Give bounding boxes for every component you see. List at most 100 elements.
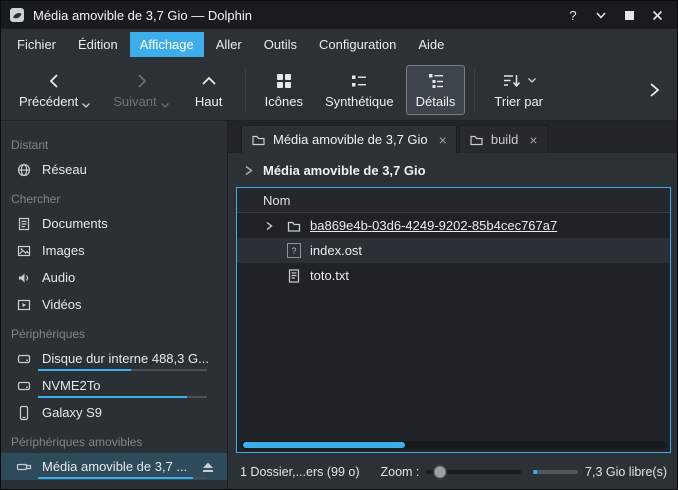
eject-icon bbox=[201, 460, 215, 474]
sidebar-item-documents[interactable]: Documents bbox=[1, 210, 227, 237]
compact-view-button[interactable]: Synthétique bbox=[315, 65, 404, 115]
tab-close-icon[interactable]: × bbox=[529, 132, 537, 148]
tab-label: Média amovible de 3,7 Gio bbox=[273, 132, 428, 147]
file-name: ba869e4b-03d6-4249-9202-85b4cec767a7 bbox=[310, 218, 557, 233]
sidebar-item-media-amovible[interactable]: Média amovible de 3,7 ... bbox=[1, 453, 227, 480]
expand-arrow-icon[interactable] bbox=[263, 220, 278, 232]
documents-icon bbox=[15, 216, 33, 232]
zoom-label: Zoom : bbox=[381, 465, 420, 479]
folder-icon bbox=[251, 132, 266, 147]
view-wrapper: Nom ba869e4b-03d6-4249-9202-85b4cec767a7 bbox=[228, 187, 677, 454]
menu-fichier[interactable]: Fichier bbox=[7, 32, 66, 57]
disk-usage-bar bbox=[38, 477, 207, 479]
icons-view-button[interactable]: Icônes bbox=[255, 65, 313, 115]
menu-aide[interactable]: Aide bbox=[408, 32, 454, 57]
toolbar-overflow-button[interactable] bbox=[639, 75, 669, 105]
sort-by-button[interactable]: Trier par bbox=[484, 65, 553, 115]
section-header-peripheriques-amovibles: Périphériques amovibles bbox=[1, 426, 227, 453]
back-dropdown-icon bbox=[81, 102, 91, 109]
sidebar-item-videos[interactable]: Vidéos bbox=[1, 291, 227, 318]
file-name: index.ost bbox=[310, 243, 362, 258]
sort-dropdown-icon bbox=[527, 77, 537, 84]
menu-aller[interactable]: Aller bbox=[206, 32, 252, 57]
column-header-nom[interactable]: Nom bbox=[237, 188, 670, 213]
breadcrumb-location[interactable]: Média amovible de 3,7 Gio bbox=[263, 163, 426, 178]
content-area: Distant Réseau Chercher Documents Images bbox=[1, 121, 677, 489]
capacity-bar bbox=[533, 470, 578, 474]
network-icon bbox=[15, 162, 33, 178]
details-view-button[interactable]: Détails bbox=[406, 65, 466, 115]
tab-build[interactable]: build × bbox=[459, 125, 548, 153]
sidebar-item-audio[interactable]: Audio bbox=[1, 264, 227, 291]
audio-icon bbox=[15, 270, 33, 286]
scrollbar-thumb[interactable] bbox=[243, 442, 405, 448]
file-row-index-ost[interactable]: ? index.ost bbox=[237, 238, 670, 263]
forward-dropdown-icon bbox=[160, 102, 170, 109]
minimize-button[interactable] bbox=[589, 4, 613, 26]
maximize-button[interactable] bbox=[617, 4, 641, 26]
disk-usage-bar bbox=[38, 396, 207, 398]
eject-button[interactable] bbox=[201, 460, 215, 474]
status-summary: 1 Dossier,...ers (99 o) bbox=[240, 465, 360, 479]
icons-view-icon bbox=[274, 71, 294, 91]
details-view-icon bbox=[426, 71, 446, 91]
window-controls: ? bbox=[561, 4, 669, 26]
titlebar: Média amovible de 3,7 Gio — Dolphin ? bbox=[1, 1, 677, 29]
unknown-file-icon: ? bbox=[285, 243, 303, 258]
close-icon bbox=[652, 10, 663, 21]
window-title: Média amovible de 3,7 Gio — Dolphin bbox=[33, 8, 252, 23]
main-view-column: Média amovible de 3,7 Gio × build × Médi… bbox=[228, 121, 677, 489]
file-name: toto.txt bbox=[310, 268, 349, 283]
zoom-slider-handle[interactable] bbox=[433, 465, 446, 478]
folder-icon bbox=[469, 132, 484, 147]
sidebar-item-galaxy-s9[interactable]: Galaxy S9 bbox=[1, 399, 227, 426]
sidebar-item-disque-interne[interactable]: Disque dur interne 488,3 G... bbox=[1, 345, 227, 372]
tab-label: build bbox=[491, 132, 518, 147]
sidebar-item-reseau[interactable]: Réseau bbox=[1, 156, 227, 183]
harddisk-icon bbox=[15, 351, 33, 367]
phone-icon bbox=[15, 405, 33, 421]
sidebar-item-images[interactable]: Images bbox=[1, 237, 227, 264]
section-header-chercher: Chercher bbox=[1, 183, 227, 210]
status-bar: 1 Dossier,...ers (99 o) Zoom : 7,3 Gio l… bbox=[228, 454, 677, 489]
menu-configuration[interactable]: Configuration bbox=[309, 32, 406, 57]
close-button[interactable] bbox=[645, 4, 669, 26]
up-icon bbox=[199, 71, 219, 91]
horizontal-scrollbar[interactable] bbox=[241, 441, 666, 449]
file-row-toto-txt[interactable]: toto.txt bbox=[237, 263, 670, 288]
main-toolbar: Précédent Suivant Haut Icônes bbox=[1, 59, 677, 121]
zoom-slider[interactable] bbox=[426, 470, 521, 474]
menu-outils[interactable]: Outils bbox=[254, 32, 307, 57]
back-icon bbox=[45, 71, 65, 91]
up-button[interactable]: Haut bbox=[182, 65, 236, 115]
help-button[interactable]: ? bbox=[561, 4, 585, 26]
folder-icon bbox=[285, 218, 303, 234]
images-icon bbox=[15, 243, 33, 259]
section-header-distant: Distant bbox=[1, 129, 227, 156]
breadcrumb-expander-icon[interactable] bbox=[242, 164, 255, 177]
forward-icon bbox=[131, 71, 151, 91]
toolbar-separator bbox=[245, 69, 246, 111]
tab-close-icon[interactable]: × bbox=[439, 132, 447, 148]
forward-button[interactable]: Suivant bbox=[103, 65, 179, 115]
compact-view-icon bbox=[349, 71, 369, 91]
chevron-right-icon bbox=[645, 81, 663, 99]
minimize-icon bbox=[595, 9, 607, 21]
text-file-icon bbox=[285, 268, 303, 284]
sidebar-item-nvme2to[interactable]: NVME2To bbox=[1, 372, 227, 399]
menubar: Fichier Édition Affichage Aller Outils C… bbox=[1, 29, 677, 59]
breadcrumb: Média amovible de 3,7 Gio bbox=[228, 153, 677, 187]
menu-affichage[interactable]: Affichage bbox=[130, 32, 204, 57]
sort-icon bbox=[501, 71, 521, 91]
back-button[interactable]: Précédent bbox=[9, 65, 101, 115]
menu-edition[interactable]: Édition bbox=[68, 32, 128, 57]
free-space-label: 7,3 Gio libre(s) bbox=[585, 465, 667, 479]
section-header-peripheriques: Périphériques bbox=[1, 318, 227, 345]
file-row-folder[interactable]: ba869e4b-03d6-4249-9202-85b4cec767a7 bbox=[237, 213, 670, 238]
tab-media-amovible[interactable]: Média amovible de 3,7 Gio × bbox=[241, 125, 457, 153]
videos-icon bbox=[15, 297, 33, 313]
dolphin-app-icon bbox=[9, 7, 25, 23]
removable-media-icon bbox=[15, 459, 33, 475]
file-view: Nom ba869e4b-03d6-4249-9202-85b4cec767a7 bbox=[236, 187, 671, 453]
places-panel: Distant Réseau Chercher Documents Images bbox=[1, 121, 228, 489]
